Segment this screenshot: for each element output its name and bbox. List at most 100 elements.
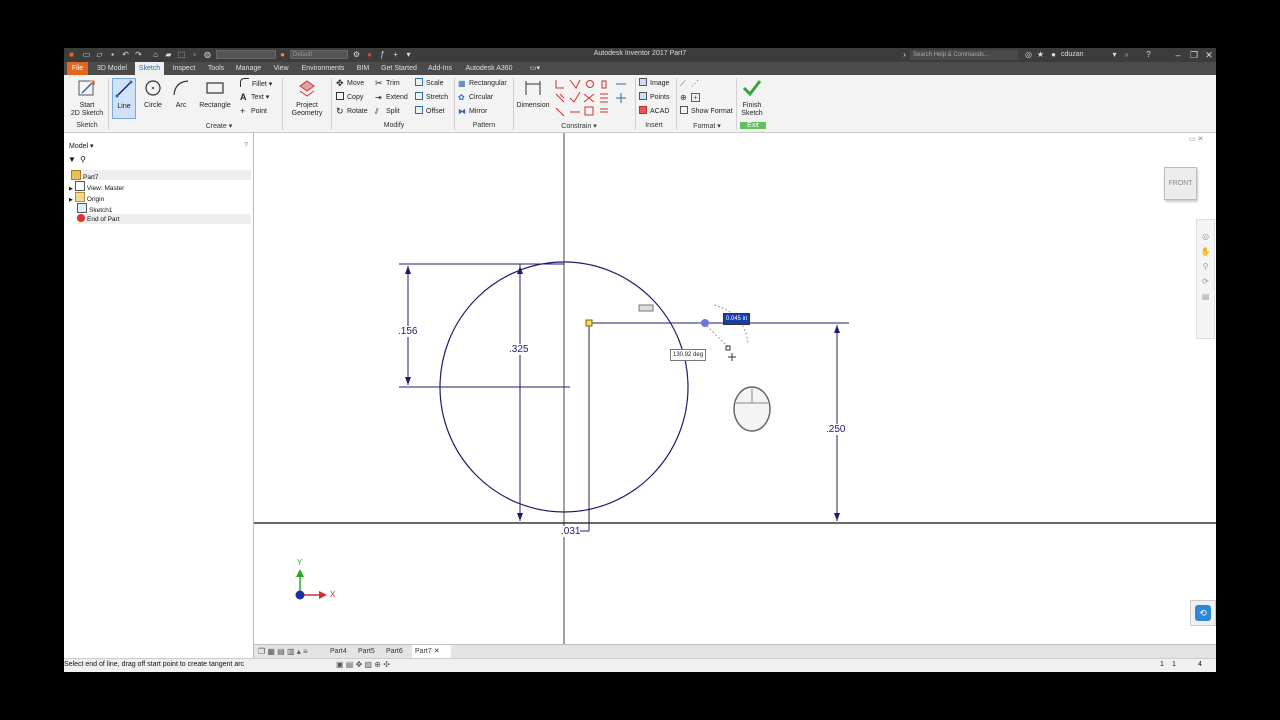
tab-extra-icon[interactable]: ▭▾ xyxy=(526,62,544,75)
star-icon[interactable]: ★ xyxy=(1036,50,1045,59)
arc-button[interactable]: Arc xyxy=(169,78,193,110)
group-label-create[interactable]: Create ▾ xyxy=(194,122,244,130)
tab-get-started[interactable]: Get Started xyxy=(377,62,421,75)
close-tab-icon[interactable]: ✕ xyxy=(434,648,440,655)
scale-button[interactable]: Scale xyxy=(415,78,444,89)
length-input[interactable]: 0.045 in xyxy=(723,313,751,325)
rectangular-pattern-button[interactable]: ▦ Rectangular xyxy=(458,78,507,89)
centerline-icon: ⋰ xyxy=(691,79,699,88)
acad-icon xyxy=(639,106,647,114)
doc-tab-part5[interactable]: Part5 xyxy=(358,645,382,659)
trim-button[interactable]: ✂ Trim xyxy=(375,78,400,89)
tab-inspect[interactable]: Inspect xyxy=(168,62,200,75)
finish-sketch-button[interactable]: Finish Sketch xyxy=(738,78,766,118)
user-icon[interactable]: ● xyxy=(1049,50,1058,59)
mouse-icon xyxy=(733,386,771,432)
pan-icon[interactable]: ✋ xyxy=(1197,247,1214,256)
center-point-button[interactable]: ⊕ + xyxy=(680,92,703,103)
exchange-icon[interactable]: » xyxy=(1122,50,1131,59)
tab-layout-icons[interactable]: ❐ ▦ ▤ ▥ ▴ ≡ xyxy=(258,645,308,659)
status-count-2: 1 xyxy=(1172,661,1176,668)
tab-sketch[interactable]: Sketch xyxy=(135,62,164,75)
graphics-canvas[interactable]: .156 .325 .250 .031 0.045 in 130.92 deg … xyxy=(254,133,1216,658)
tree-item-part7[interactable]: Part7 xyxy=(71,170,251,181)
share-icon[interactable]: ⟲ xyxy=(1195,605,1211,621)
acad-button[interactable]: ACAD xyxy=(639,106,669,117)
filter-icon[interactable]: ▼ xyxy=(68,155,76,164)
circle-button[interactable]: Circle xyxy=(141,78,165,110)
stretch-button[interactable]: Stretch xyxy=(415,92,448,103)
group-label-constrain[interactable]: Constrain ▾ xyxy=(549,122,609,130)
tab-file[interactable]: File xyxy=(67,62,88,75)
constraint-icons[interactable] xyxy=(554,78,634,118)
points-button[interactable]: Points xyxy=(639,92,669,103)
zoom-icon[interactable]: ⚲ xyxy=(1197,262,1214,271)
rotate-button[interactable]: ↻ Rotate xyxy=(336,106,368,117)
user-dropdown-icon[interactable]: ▾ xyxy=(1110,50,1119,59)
user-name[interactable]: cduzan xyxy=(1061,50,1084,59)
rectangle-button[interactable]: Rectangle xyxy=(197,78,233,110)
dimension-250-label[interactable]: .250 xyxy=(826,424,846,435)
construction-button[interactable]: ⟋ ⋰ xyxy=(680,78,702,89)
line-button[interactable]: Line xyxy=(112,78,136,119)
browser-help-icon[interactable]: ? xyxy=(244,142,248,149)
construction-icon: ⟋ xyxy=(680,79,686,88)
binoculars-search-icon[interactable]: ⚲ xyxy=(80,155,86,164)
view-cube[interactable]: FRONT xyxy=(1164,167,1197,200)
doc-tab-part7[interactable]: Part7 ✕ xyxy=(412,645,451,659)
show-format-label: Show Format xyxy=(691,108,733,115)
help-icon[interactable]: ? xyxy=(1144,50,1153,59)
tab-3d-model[interactable]: 3D Model xyxy=(92,62,132,75)
group-label-format[interactable]: Format ▾ xyxy=(684,122,730,130)
mirror-button[interactable]: ⧓ Mirror xyxy=(458,106,487,117)
tree-item-view-master[interactable]: ▶ View: Master xyxy=(69,181,124,192)
dimension-button[interactable]: Dimension xyxy=(515,78,551,110)
show-format-button[interactable]: Show Format xyxy=(680,106,733,117)
text-button[interactable]: A Text ▾ xyxy=(240,92,269,103)
point-button[interactable]: + Point xyxy=(240,106,267,117)
dimension-031-label[interactable]: .031 xyxy=(561,526,581,537)
circular-pattern-button[interactable]: ✿ Circular xyxy=(458,92,493,103)
tree-item-end-of-part[interactable]: End of Part xyxy=(77,214,251,224)
start-2d-sketch-button[interactable]: Start 2D Sketch xyxy=(69,78,105,118)
doc-tab-part4[interactable]: Part4 xyxy=(330,645,354,659)
extend-button[interactable]: ⇥ Extend xyxy=(375,92,408,103)
dimension-325-label[interactable]: .325 xyxy=(509,344,529,355)
tab-view[interactable]: View xyxy=(269,62,293,75)
tab-manage[interactable]: Manage xyxy=(232,62,265,75)
binoculars-icon[interactable]: ◎ xyxy=(1024,50,1033,59)
tab-tools[interactable]: Tools xyxy=(204,62,228,75)
viewport-controls-icon[interactable]: ▭ ✕ xyxy=(1189,135,1203,143)
tab-environments[interactable]: Environments xyxy=(297,62,349,75)
move-button[interactable]: ✥ Move xyxy=(336,78,364,89)
offset-button[interactable]: Offset xyxy=(415,106,445,117)
tab-add-ins[interactable]: Add-Ins xyxy=(425,62,455,75)
search-input[interactable]: Search Help & Commands... xyxy=(910,50,1018,60)
tree-item-origin[interactable]: ▶ Origin xyxy=(69,192,104,203)
look-at-icon[interactable]: ▤ xyxy=(1197,292,1214,301)
group-label-modify: Modify xyxy=(383,122,405,129)
dimension-156-label[interactable]: .156 xyxy=(398,326,418,337)
image-button[interactable]: Image xyxy=(639,78,669,89)
arc-label: Arc xyxy=(175,102,187,109)
project-geometry-button[interactable]: Project Geometry xyxy=(286,78,328,118)
restore-button[interactable]: ❐ xyxy=(1188,49,1200,61)
minimize-button[interactable]: – xyxy=(1172,49,1184,61)
browser-header[interactable]: Model ▾ xyxy=(69,142,94,150)
angle-input[interactable]: 130.92 deg xyxy=(670,349,707,361)
tab-bim[interactable]: BIM xyxy=(353,62,373,75)
sketch-drawing[interactable] xyxy=(254,133,1216,658)
split-button[interactable]: ⫽ Split xyxy=(375,106,400,117)
status-toolbar-icons[interactable]: ▣ ▤ ✥ ▧ ⊕ ✣ xyxy=(336,660,390,669)
sketch-icon xyxy=(77,203,87,213)
orbit-icon[interactable]: ⟳ xyxy=(1197,277,1214,286)
tree-item-sketch1[interactable]: Sketch1 xyxy=(77,203,113,214)
tree-label: Part7 xyxy=(83,174,99,181)
fillet-button[interactable]: Fillet ▾ xyxy=(240,78,272,89)
doc-tab-part6[interactable]: Part6 xyxy=(386,645,410,659)
tab-autodesk-a360[interactable]: Autodesk A360 xyxy=(460,62,518,75)
close-button[interactable]: ✕ xyxy=(1203,49,1215,61)
stretch-icon xyxy=(415,92,423,100)
copy-button[interactable]: Copy xyxy=(336,92,363,103)
steering-wheel-icon[interactable]: ◎ xyxy=(1197,232,1214,241)
